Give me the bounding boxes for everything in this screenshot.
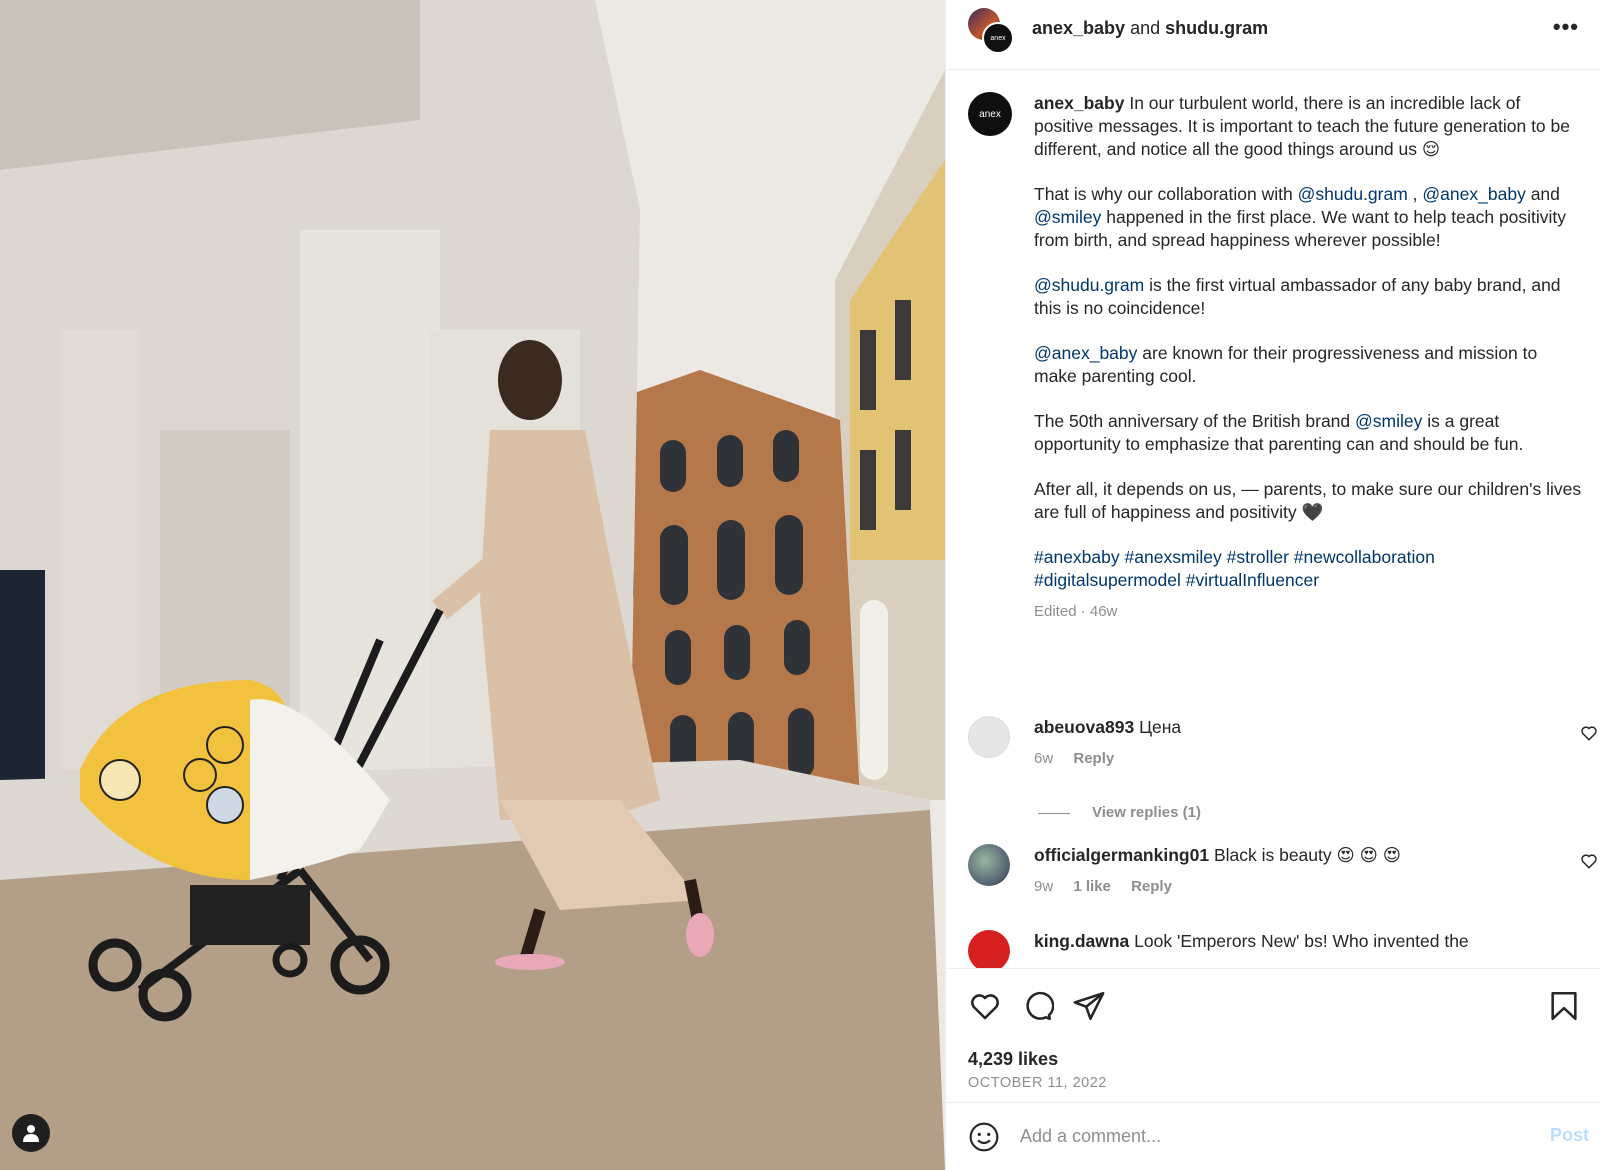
post-date: OCTOBER 11, 2022 xyxy=(968,1075,1107,1091)
mention-link[interactable]: @shudu.gram xyxy=(1298,184,1408,204)
caption-paragraph-2a: That is why our collaboration with xyxy=(1034,184,1293,204)
view-replies-button[interactable]: View replies (1) xyxy=(1038,804,1201,821)
hashtag-link[interactable]: #stroller xyxy=(1227,547,1289,567)
comment-username[interactable]: king.dawna xyxy=(1034,931,1129,951)
avatar-anex: anex xyxy=(982,22,1014,54)
user-icon xyxy=(23,1125,39,1142)
comment-icon[interactable] xyxy=(1020,989,1054,1023)
divider-line xyxy=(1038,812,1070,814)
author-link-1[interactable]: anex_baby xyxy=(1032,18,1125,38)
likes-count[interactable]: 4,239 likes xyxy=(968,1049,1058,1070)
post-side-panel: anex anex_baby and shudu.gram ••• anex a… xyxy=(945,0,1600,1170)
comment-like-count[interactable]: 1 like xyxy=(1073,878,1111,895)
comment-body: Цена xyxy=(1139,717,1182,737)
reply-button[interactable]: Reply xyxy=(1131,878,1172,895)
mention-link[interactable]: @anex_baby xyxy=(1034,343,1137,363)
mention-link[interactable]: @shudu.gram xyxy=(1034,275,1144,295)
paper-plane-icon[interactable] xyxy=(1072,989,1106,1023)
author-link-2[interactable]: shudu.gram xyxy=(1165,18,1268,38)
heart-icon[interactable] xyxy=(1580,852,1598,870)
tagged-users-button[interactable] xyxy=(12,1114,50,1152)
post-authors: anex_baby and shudu.gram xyxy=(1032,18,1268,39)
authors-joiner: and xyxy=(1130,18,1161,38)
add-comment-bar: Post xyxy=(946,1102,1600,1170)
more-horizontal-icon[interactable]: ••• xyxy=(1553,14,1579,40)
avatar-label: anex xyxy=(979,108,1001,120)
reply-button[interactable]: Reply xyxy=(1073,750,1114,767)
caption-text: anex_baby In our turbulent world, there … xyxy=(1034,92,1582,623)
caption-meta: Edited · 46w xyxy=(1034,603,1118,620)
post-comment-button[interactable]: Post xyxy=(1550,1125,1589,1146)
comment-username[interactable]: officialgermanking01 xyxy=(1034,845,1209,865)
avatar[interactable] xyxy=(968,716,1010,758)
emoji-icon[interactable] xyxy=(968,1121,1000,1153)
view-replies-label: View replies (1) xyxy=(1092,804,1201,821)
heart-icon[interactable] xyxy=(968,989,1002,1023)
collab-avatars[interactable]: anex xyxy=(968,8,1014,54)
hashtag-link[interactable]: #digitalsupermodel xyxy=(1034,570,1181,590)
photo-illustration xyxy=(0,0,945,1170)
comment-age: 9w xyxy=(1034,878,1054,895)
avatar-label: anex xyxy=(990,34,1006,42)
comment-input[interactable] xyxy=(1020,1119,1520,1153)
comment-meta: 6w Reply xyxy=(1034,750,1130,767)
black-heart-emoji: 🖤 xyxy=(1301,502,1324,522)
comment-text: officialgermanking01 Black is beauty 😍 😍… xyxy=(1034,844,1544,867)
post-actions: 4,239 likes OCTOBER 11, 2022 xyxy=(946,968,1600,1091)
caption-paragraph-2c: and xyxy=(1530,184,1560,204)
comments-list[interactable]: anex anex_baby In our turbulent world, t… xyxy=(946,70,1600,968)
comment-text: king.dawna Look 'Emperors New' bs! Who i… xyxy=(1034,930,1544,953)
avatar[interactable] xyxy=(968,930,1010,968)
hashtag-link[interactable]: #anexbaby xyxy=(1034,547,1120,567)
caption-paragraph-2d: happened in the first place. We want to … xyxy=(1034,207,1567,250)
comment-meta: 9w 1 like Reply xyxy=(1034,878,1188,895)
caption-paragraph-5a: The 50th anniversary of the British bran… xyxy=(1034,411,1351,431)
mention-link[interactable]: @smiley xyxy=(1355,411,1422,431)
caption-paragraph-2b: , xyxy=(1412,184,1418,204)
post-photo[interactable] xyxy=(0,0,945,1170)
comment-age: 6w xyxy=(1034,750,1054,767)
caption-username[interactable]: anex_baby xyxy=(1034,93,1124,113)
mention-link[interactable]: @anex_baby xyxy=(1422,184,1525,204)
hashtag-link[interactable]: #virtualInfluencer xyxy=(1186,570,1319,590)
comment-username[interactable]: abeuova893 xyxy=(1034,717,1134,737)
post-header: anex anex_baby and shudu.gram ••• xyxy=(946,0,1600,70)
hashtag-link[interactable]: #anexsmiley xyxy=(1125,547,1222,567)
avatar[interactable] xyxy=(968,844,1010,886)
relieved-face-emoji: 😌 xyxy=(1421,139,1441,159)
mention-link[interactable]: @smiley xyxy=(1034,207,1101,227)
comment-body: Black is beauty 😍 😍 😍 xyxy=(1213,845,1401,865)
heart-icon[interactable] xyxy=(1580,724,1598,742)
hashtag-link[interactable]: #newcollaboration xyxy=(1294,547,1435,567)
bookmark-icon[interactable] xyxy=(1547,989,1581,1023)
comment-text: abeuova893 Цена xyxy=(1034,716,1544,739)
avatar[interactable]: anex xyxy=(968,92,1012,136)
comment-body: Look 'Emperors New' bs! Who invented the xyxy=(1134,931,1469,951)
